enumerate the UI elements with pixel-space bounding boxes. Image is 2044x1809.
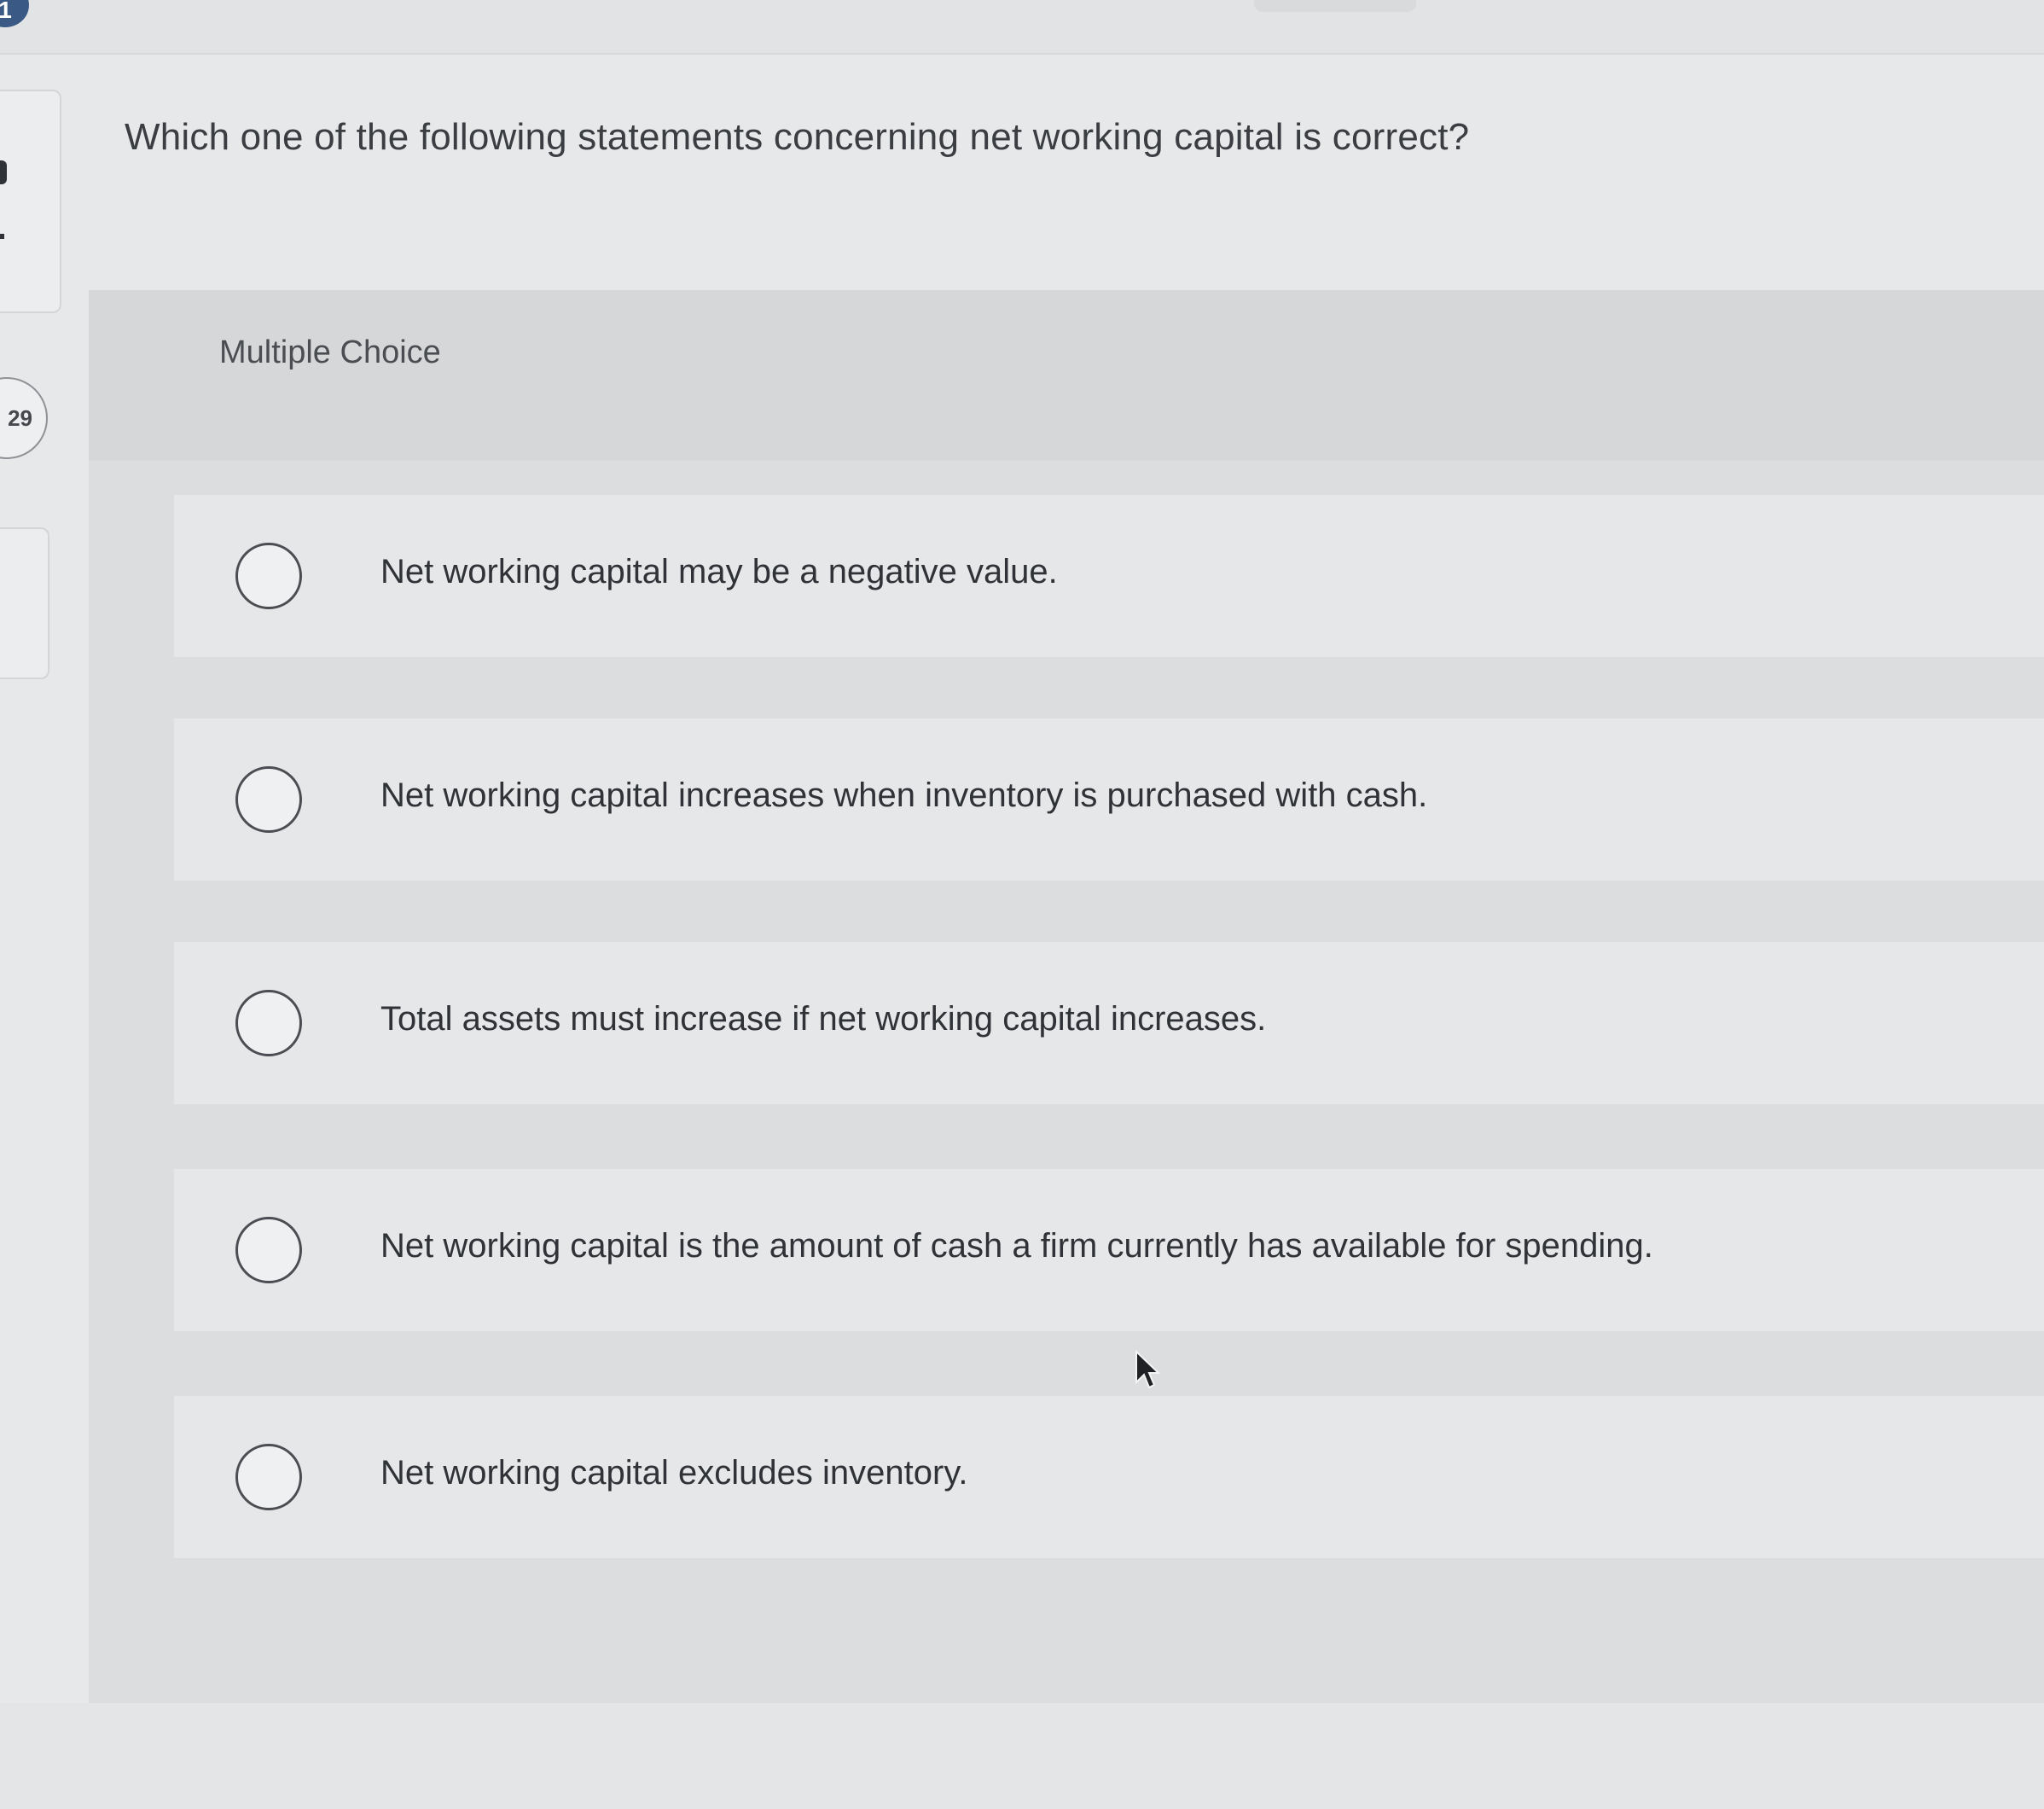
top-tab[interactable] — [1254, 0, 1416, 12]
radio-button[interactable] — [235, 1217, 302, 1283]
left-sidebar-card[interactable] — [0, 90, 61, 313]
points-badge: 29 — [0, 377, 48, 459]
left-marker-icon — [0, 160, 7, 184]
left-marker-dot-icon — [0, 234, 4, 239]
mouse-pointer-icon — [1135, 1350, 1160, 1389]
radio-button[interactable] — [235, 990, 302, 1056]
answer-option[interactable]: Total assets must increase if net workin… — [174, 942, 2044, 1104]
radio-button[interactable] — [235, 766, 302, 833]
radio-button[interactable] — [235, 543, 302, 609]
radio-button[interactable] — [235, 1444, 302, 1510]
answer-option[interactable]: Net working capital is the amount of cas… — [174, 1169, 2044, 1331]
answer-option-label: Net working capital is the amount of cas… — [380, 1227, 1653, 1265]
question-number-badge[interactable]: 1 — [0, 0, 29, 27]
question-number: 1 — [0, 0, 12, 23]
left-sidebar-card-lower[interactable] — [0, 527, 49, 679]
question-type-header: Multiple Choice — [89, 290, 2044, 461]
question-text: Which one of the following statements co… — [125, 116, 1470, 158]
answer-option-label: Total assets must increase if net workin… — [380, 1000, 1267, 1038]
top-bar: 1 — [0, 0, 2044, 55]
answer-option[interactable]: Net working capital increases when inven… — [174, 718, 2044, 881]
points-value: 29 — [8, 404, 32, 431]
answer-panel: Multiple Choice Net working capital may … — [89, 290, 2044, 1703]
question-type-label: Multiple Choice — [219, 334, 441, 370]
answer-option-label: Net working capital may be a negative va… — [380, 553, 1058, 590]
answer-option[interactable]: Net working capital may be a negative va… — [174, 495, 2044, 657]
answer-option-label: Net working capital excludes inventory. — [380, 1454, 968, 1492]
answer-option-label: Net working capital increases when inven… — [380, 777, 1428, 814]
bottom-area — [0, 1703, 2044, 1809]
answer-option[interactable]: Net working capital excludes inventory. — [174, 1396, 2044, 1558]
